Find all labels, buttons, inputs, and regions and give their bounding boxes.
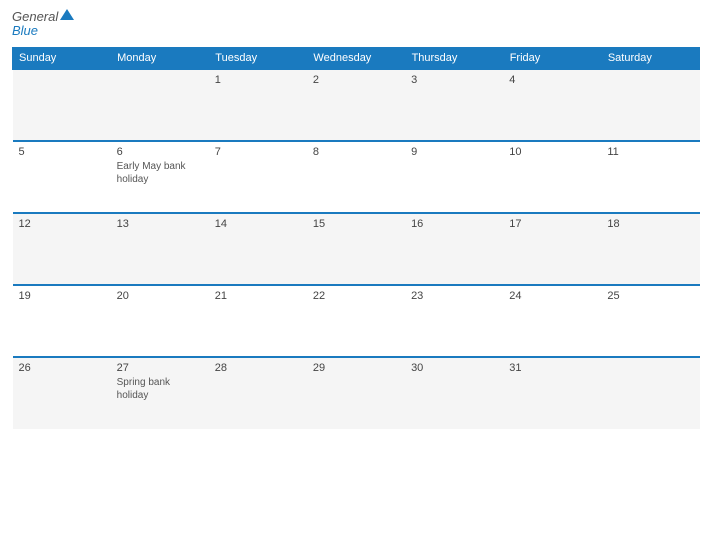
calendar-cell: 31: [503, 357, 601, 429]
calendar-cell: 20: [111, 285, 209, 357]
logo: General Blue: [12, 10, 74, 39]
calendar-cell: 26: [13, 357, 111, 429]
calendar-cell: 13: [111, 213, 209, 285]
logo-general-text: General: [12, 10, 58, 24]
calendar-cell: 8: [307, 141, 405, 213]
days-header-row: Sunday Monday Tuesday Wednesday Thursday…: [13, 47, 700, 69]
calendar-cell: 27 Spring bank holiday: [111, 357, 209, 429]
day-number: 6: [117, 146, 203, 158]
calendar-cell: 1: [209, 69, 307, 141]
calendar-cell: 10: [503, 141, 601, 213]
calendar-page: General Blue Sunday Monday Tuesday Wedne…: [0, 0, 712, 550]
day-number: 18: [607, 218, 693, 230]
calendar-cell: 30: [405, 357, 503, 429]
calendar-cell: 12: [13, 213, 111, 285]
calendar-cell: 24: [503, 285, 601, 357]
event-label: Early May bank holiday: [117, 161, 186, 185]
logo-blue-text: Blue: [12, 24, 74, 38]
event-label: Spring bank holiday: [117, 377, 170, 401]
header-friday: Friday: [503, 47, 601, 69]
day-number: 3: [411, 74, 497, 86]
day-number: 11: [607, 146, 693, 158]
day-number: 4: [509, 74, 595, 86]
day-number: 16: [411, 218, 497, 230]
calendar-cell: 21: [209, 285, 307, 357]
calendar-cell: [13, 69, 111, 141]
calendar-cell: 28: [209, 357, 307, 429]
calendar-cell: [111, 69, 209, 141]
day-number: 30: [411, 362, 497, 374]
day-number: 29: [313, 362, 399, 374]
day-number: 21: [215, 290, 301, 302]
day-number: 27: [117, 362, 203, 374]
calendar-cell: 22: [307, 285, 405, 357]
calendar-week-5: 26 27 Spring bank holiday 28 29 30 31: [13, 357, 700, 429]
calendar-header: General Blue: [12, 10, 700, 39]
day-number: 5: [19, 146, 105, 158]
header-wednesday: Wednesday: [307, 47, 405, 69]
day-number: 1: [215, 74, 301, 86]
calendar-cell: 23: [405, 285, 503, 357]
day-number: 17: [509, 218, 595, 230]
header-sunday: Sunday: [13, 47, 111, 69]
calendar-cell: 3: [405, 69, 503, 141]
day-number: 2: [313, 74, 399, 86]
day-number: 26: [19, 362, 105, 374]
calendar-cell: 7: [209, 141, 307, 213]
day-number: 13: [117, 218, 203, 230]
day-number: 15: [313, 218, 399, 230]
day-number: 25: [607, 290, 693, 302]
day-number: 8: [313, 146, 399, 158]
day-number: 19: [19, 290, 105, 302]
day-number: 22: [313, 290, 399, 302]
logo-triangle-icon: [60, 9, 74, 20]
calendar-cell: 17: [503, 213, 601, 285]
day-number: 20: [117, 290, 203, 302]
calendar-cell: 29: [307, 357, 405, 429]
calendar-cell: 18: [601, 213, 699, 285]
calendar-cell: 15: [307, 213, 405, 285]
header-monday: Monday: [111, 47, 209, 69]
header-thursday: Thursday: [405, 47, 503, 69]
header-saturday: Saturday: [601, 47, 699, 69]
calendar-cell: 2: [307, 69, 405, 141]
calendar-cell: 25: [601, 285, 699, 357]
calendar-cell: 19: [13, 285, 111, 357]
header-tuesday: Tuesday: [209, 47, 307, 69]
calendar-cell: 16: [405, 213, 503, 285]
calendar-week-2: 56 Early May bank holiday 789 10 11: [13, 141, 700, 213]
day-number: 23: [411, 290, 497, 302]
calendar-cell: 5: [13, 141, 111, 213]
calendar-week-3: 12 13 14 15 16 17 18: [13, 213, 700, 285]
day-number: 24: [509, 290, 595, 302]
day-number: 10: [509, 146, 595, 158]
day-number: 28: [215, 362, 301, 374]
day-number: 12: [19, 218, 105, 230]
day-number: 9: [411, 146, 497, 158]
calendar-cell: [601, 69, 699, 141]
calendar-cell: 14: [209, 213, 307, 285]
calendar-week-1: 1234: [13, 69, 700, 141]
day-number: 7: [215, 146, 301, 158]
day-number: 14: [215, 218, 301, 230]
calendar-table: Sunday Monday Tuesday Wednesday Thursday…: [12, 47, 700, 429]
calendar-cell: 9: [405, 141, 503, 213]
calendar-week-4: 19 20 21 22 23 24 25: [13, 285, 700, 357]
calendar-cell: 11: [601, 141, 699, 213]
calendar-cell: 4: [503, 69, 601, 141]
calendar-cell: [601, 357, 699, 429]
day-number: 31: [509, 362, 595, 374]
calendar-cell: 6 Early May bank holiday: [111, 141, 209, 213]
